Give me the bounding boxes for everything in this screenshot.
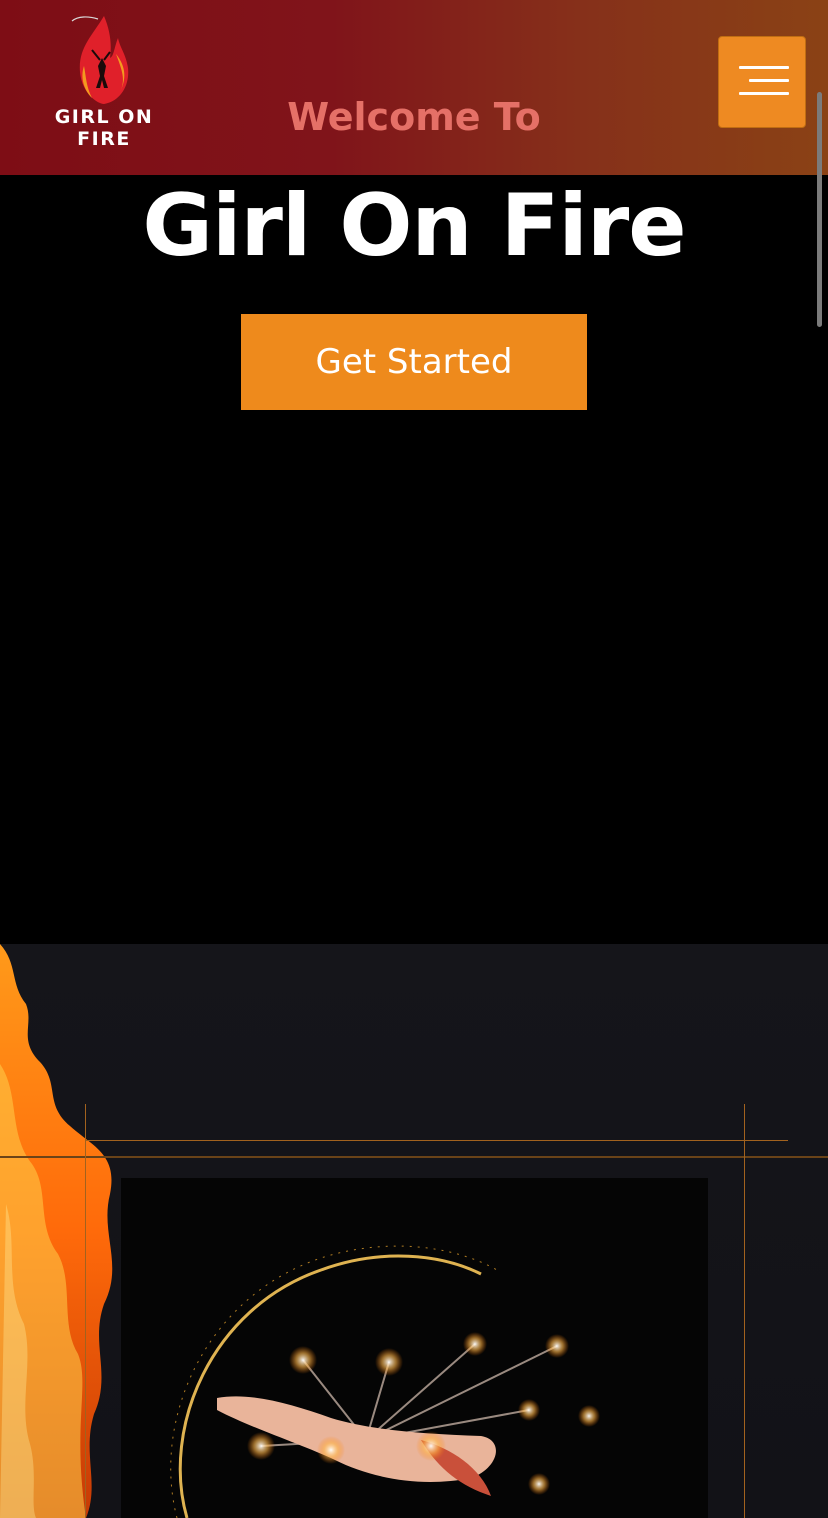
gallery-section [0, 944, 828, 1518]
frame-line-left [85, 1104, 86, 1518]
flames-decoration [0, 944, 113, 1518]
welcome-heading: Welcome To [287, 95, 541, 139]
fire-performer-image [121, 1178, 708, 1518]
menu-button[interactable] [718, 36, 806, 128]
logo-swoosh-icon [71, 16, 99, 22]
flame-logo-icon [79, 16, 129, 104]
fire-hoop-photo [170, 1245, 600, 1518]
frame-line-top-2 [0, 1156, 828, 1158]
hero-title: Girl On Fire [142, 176, 686, 276]
site-header: GIRL ON FIRE Welcome To [0, 0, 828, 175]
scrollbar[interactable] [817, 92, 822, 327]
get-started-button[interactable]: Get Started [241, 314, 587, 410]
frame-line-top [85, 1140, 788, 1141]
frame-line-right [744, 1104, 745, 1518]
